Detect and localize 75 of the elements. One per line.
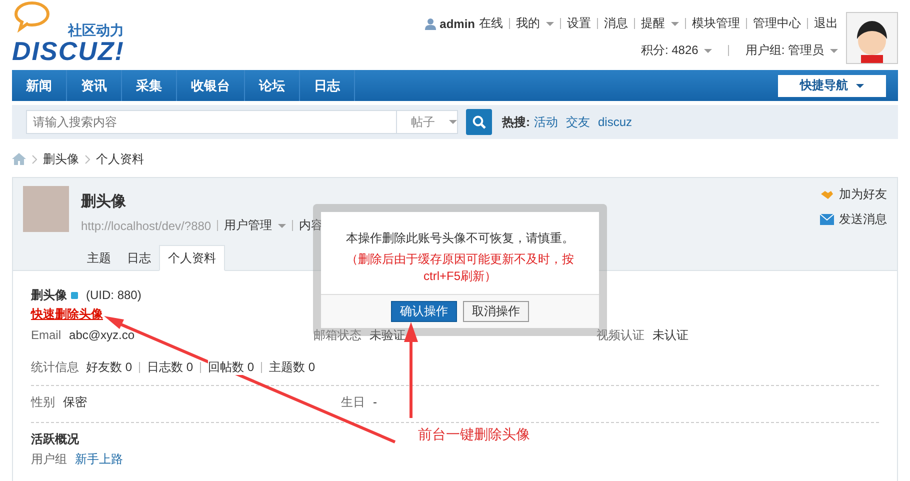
username[interactable]: admin (440, 16, 475, 30)
usergroup-value-link[interactable]: 新手上路 (75, 451, 123, 467)
user-menu-link[interactable]: 模块管理 (692, 15, 740, 32)
stat-link[interactable]: 主题数 0 (269, 359, 316, 375)
user-menu-link[interactable]: 管理中心 (753, 15, 801, 32)
nav-item[interactable]: 收银台 (177, 70, 245, 101)
photo-placeholder (23, 186, 69, 232)
chevron-icon (32, 154, 37, 164)
profile-action-link[interactable]: 加为好友 (820, 186, 887, 203)
search-icon (472, 115, 486, 129)
user-id: (UID: 880) (86, 287, 142, 303)
quick-nav-button[interactable]: 快捷导航 (778, 74, 886, 96)
user-icon (424, 18, 436, 30)
field-value: 未验证 (370, 327, 406, 343)
hot-search-link[interactable]: 活动 (534, 114, 558, 130)
stat-link[interactable]: 日志数 0 (147, 359, 194, 375)
home-icon[interactable] (12, 153, 26, 165)
section-title: 活跃概况 (31, 431, 79, 447)
breadcrumb-link[interactable]: 个人资料 (96, 150, 144, 168)
field-value: 未认证 (652, 327, 688, 343)
user-menu-link[interactable]: 我的 (516, 15, 540, 32)
discuz-logo[interactable]: 社区动力 DISCUZ! (12, 0, 152, 66)
nav-item[interactable]: 采集 (122, 70, 177, 101)
annotation-text: 前台一键删除头像 (418, 426, 530, 444)
profile-name: 删头像 (81, 192, 127, 211)
field-label: 生日 (341, 394, 365, 410)
caret-icon[interactable] (546, 22, 554, 26)
search-field[interactable]: 请输入搜索内容 (26, 110, 396, 134)
field-label: Email (31, 327, 62, 343)
credits-link[interactable]: 积分: 4826 (640, 42, 698, 59)
profile-action-link[interactable]: 发送消息 (820, 211, 887, 228)
dialog-warning: （删除后由于缓存原因可能更新不及时，按ctrl+F5刷新） (345, 251, 575, 285)
dialog-button[interactable]: 取消操作 (463, 301, 529, 322)
stat-link[interactable]: 回帖数 0 (208, 359, 254, 375)
user-menu-link[interactable]: 提醒 (641, 15, 665, 32)
user-menu-link[interactable]: 消息 (604, 15, 628, 32)
nav-item[interactable]: 论坛 (245, 70, 300, 101)
usergroup-link[interactable]: 用户组: 管理员 (745, 42, 824, 59)
hot-search-link[interactable]: 交友 (566, 114, 590, 130)
profile-menu-link[interactable]: 用户管理 (224, 217, 272, 234)
user-menu-link[interactable]: 退出 (814, 15, 838, 32)
user-menu-link[interactable]: 设置 (567, 15, 591, 32)
chevron-icon (85, 154, 90, 164)
field-value: 保密 (63, 394, 87, 410)
field-value: - (373, 394, 377, 410)
field-label: 性别 (31, 394, 55, 410)
field-label: 视频认证 (596, 327, 644, 343)
stat-link[interactable]: 好友数 0 (86, 359, 132, 375)
hot-search-link[interactable]: discuz (598, 115, 632, 129)
caret-icon[interactable] (671, 22, 679, 26)
hot-search-label: 热搜: (502, 114, 530, 130)
caret-icon[interactable] (278, 224, 286, 228)
dialog-message: 本操作删除此账号头像不可恢复，请慎重。 (345, 230, 575, 247)
breadcrumb-link[interactable]: 删头像 (43, 150, 79, 168)
search-type-dropdown[interactable]: 帖子 (396, 110, 458, 134)
stats-label: 统计信息 (31, 359, 79, 375)
avatar-placeholder[interactable] (846, 12, 898, 64)
profile-url: http://localhost/dev/?880 (81, 218, 212, 232)
nav-item[interactable]: 资讯 (67, 70, 122, 101)
field-label: 邮箱状态 (314, 327, 362, 343)
user-name: 删头像 (31, 287, 67, 303)
field-value: abc@xyz.co (69, 327, 135, 343)
nav-item[interactable]: 新闻 (12, 70, 67, 101)
envelope-icon (820, 214, 834, 225)
caret-icon[interactable] (704, 48, 712, 52)
profile-tab[interactable]: 个人资料 (159, 245, 225, 271)
search-button[interactable] (466, 109, 492, 135)
dialog-button[interactable]: 确认操作 (391, 301, 457, 322)
profile-tab[interactable]: 日志 (119, 246, 159, 270)
online-status: 在线 (479, 15, 503, 32)
caret-icon[interactable] (830, 48, 838, 52)
delete-avatar-link[interactable]: 快速删除头像 (31, 306, 103, 322)
nav-item[interactable]: 日志 (300, 70, 355, 101)
field-label: 用户组 (31, 451, 67, 467)
profile-tab[interactable]: 主题 (79, 246, 119, 270)
